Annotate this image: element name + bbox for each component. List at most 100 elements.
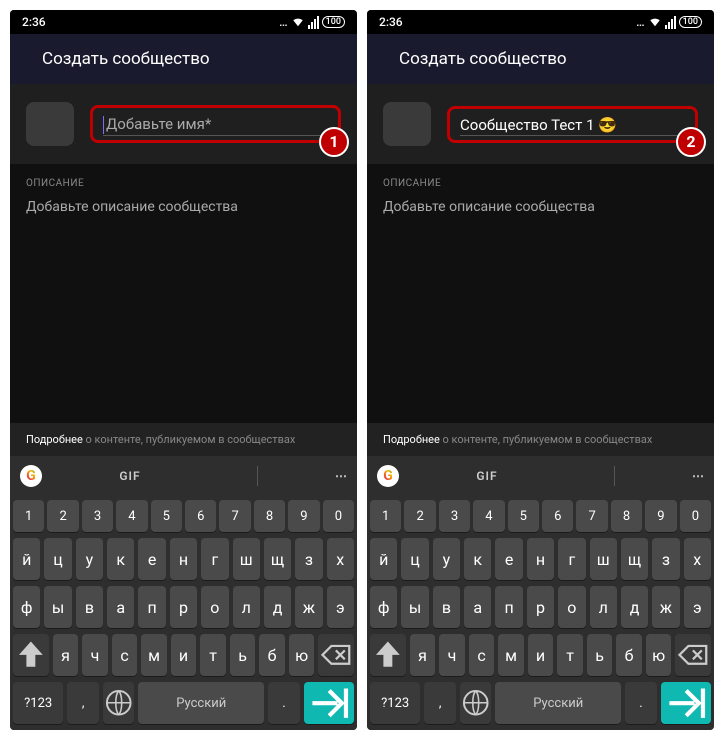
key-backspace[interactable] xyxy=(318,634,354,676)
key-э[interactable]: э xyxy=(327,586,354,628)
key-а[interactable]: а xyxy=(464,586,491,628)
key-1[interactable]: 1 xyxy=(13,500,44,532)
key-а[interactable]: а xyxy=(107,586,134,628)
key-ж[interactable]: ж xyxy=(652,586,679,628)
key-1[interactable]: 1 xyxy=(370,500,401,532)
description-input[interactable]: Добавьте описание сообщества xyxy=(26,199,341,215)
name-field[interactable]: Сообщество Тест 1 😎 2 xyxy=(447,106,698,143)
description-input[interactable]: Добавьте описание сообщества xyxy=(383,199,698,215)
key-shift[interactable] xyxy=(13,634,49,676)
key-2[interactable]: 2 xyxy=(404,500,435,532)
key-я[interactable]: я xyxy=(53,634,79,676)
key-щ[interactable]: щ xyxy=(621,538,648,580)
key-backspace[interactable] xyxy=(675,634,711,676)
key-и[interactable]: и xyxy=(528,634,554,676)
key-у[interactable]: у xyxy=(76,538,103,580)
key-ч[interactable]: ч xyxy=(439,634,465,676)
key-ш[interactable]: ш xyxy=(233,538,260,580)
key-д[interactable]: д xyxy=(264,586,291,628)
add-photo-button[interactable] xyxy=(26,102,74,146)
key-space[interactable]: Русский xyxy=(138,682,264,724)
key-г[interactable]: г xyxy=(558,538,585,580)
key-т[interactable]: т xyxy=(200,634,226,676)
key-д[interactable]: д xyxy=(621,586,648,628)
key-ю[interactable]: ю xyxy=(646,634,672,676)
google-icon[interactable]: G xyxy=(377,465,399,487)
key-ь[interactable]: ь xyxy=(230,634,256,676)
key-м[interactable]: м xyxy=(141,634,167,676)
gif-button[interactable]: GIF xyxy=(119,469,140,483)
key-в[interactable]: в xyxy=(433,586,460,628)
key-ц[interactable]: ц xyxy=(44,538,71,580)
gif-button[interactable]: GIF xyxy=(476,469,497,483)
key-comma[interactable]: , xyxy=(67,682,98,724)
key-б[interactable]: б xyxy=(616,634,642,676)
key-з[interactable]: з xyxy=(295,538,322,580)
key-7[interactable]: 7 xyxy=(576,500,607,532)
key-м[interactable]: м xyxy=(498,634,524,676)
key-х[interactable]: х xyxy=(684,538,711,580)
key-р[interactable]: р xyxy=(170,586,197,628)
key-е[interactable]: е xyxy=(495,538,522,580)
key-space[interactable]: Русский xyxy=(495,682,621,724)
key-б[interactable]: б xyxy=(259,634,285,676)
key-9[interactable]: 9 xyxy=(645,500,676,532)
key-language[interactable] xyxy=(460,682,491,724)
key-й[interactable]: й xyxy=(370,538,397,580)
name-input-value[interactable]: Сообщество Тест 1 😎 xyxy=(460,116,617,134)
key-period[interactable]: . xyxy=(268,682,299,724)
key-ч[interactable]: ч xyxy=(82,634,108,676)
more-icon[interactable]: ⋯ xyxy=(692,469,704,483)
key-ф[interactable]: ф xyxy=(13,586,40,628)
google-icon[interactable]: G xyxy=(20,465,42,487)
key-language[interactable] xyxy=(103,682,134,724)
key-н[interactable]: н xyxy=(527,538,554,580)
key-7[interactable]: 7 xyxy=(219,500,250,532)
key-8[interactable]: 8 xyxy=(611,500,642,532)
key-period[interactable]: . xyxy=(625,682,656,724)
key-ж[interactable]: ж xyxy=(295,586,322,628)
key-е[interactable]: е xyxy=(138,538,165,580)
key-р[interactable]: р xyxy=(527,586,554,628)
key-ы[interactable]: ы xyxy=(401,586,428,628)
key-г[interactable]: г xyxy=(201,538,228,580)
key-с[interactable]: с xyxy=(112,634,138,676)
key-6[interactable]: 6 xyxy=(185,500,216,532)
key-9[interactable]: 9 xyxy=(288,500,319,532)
key-symbols[interactable]: ?123 xyxy=(370,682,420,724)
key-0[interactable]: 0 xyxy=(323,500,354,532)
key-comma[interactable]: , xyxy=(424,682,455,724)
key-4[interactable]: 4 xyxy=(473,500,504,532)
key-к[interactable]: к xyxy=(464,538,491,580)
footer-info[interactable]: Подробнее о контенте, публикуемом в сооб… xyxy=(367,423,714,456)
key-л[interactable]: л xyxy=(233,586,260,628)
key-enter[interactable] xyxy=(661,682,711,724)
key-shift[interactable] xyxy=(370,634,406,676)
key-я[interactable]: я xyxy=(410,634,436,676)
key-о[interactable]: о xyxy=(201,586,228,628)
key-п[interactable]: п xyxy=(495,586,522,628)
key-й[interactable]: й xyxy=(13,538,40,580)
key-и[interactable]: и xyxy=(171,634,197,676)
name-input-placeholder[interactable]: Добавьте имя* xyxy=(106,115,211,133)
key-ь[interactable]: ь xyxy=(587,634,613,676)
key-2[interactable]: 2 xyxy=(47,500,78,532)
key-н[interactable]: н xyxy=(170,538,197,580)
key-0[interactable]: 0 xyxy=(680,500,711,532)
key-symbols[interactable]: ?123 xyxy=(13,682,63,724)
name-field[interactable]: Добавьте имя* 1 xyxy=(90,105,341,143)
key-3[interactable]: 3 xyxy=(82,500,113,532)
key-ы[interactable]: ы xyxy=(44,586,71,628)
key-ц[interactable]: ц xyxy=(401,538,428,580)
add-photo-button[interactable] xyxy=(383,102,431,146)
key-л[interactable]: л xyxy=(590,586,617,628)
footer-link[interactable]: Подробнее xyxy=(383,433,440,446)
key-т[interactable]: т xyxy=(557,634,583,676)
key-3[interactable]: 3 xyxy=(439,500,470,532)
key-э[interactable]: э xyxy=(684,586,711,628)
key-5[interactable]: 5 xyxy=(508,500,539,532)
more-icon[interactable]: ⋯ xyxy=(335,469,347,483)
key-з[interactable]: з xyxy=(652,538,679,580)
key-п[interactable]: п xyxy=(138,586,165,628)
key-у[interactable]: у xyxy=(433,538,460,580)
